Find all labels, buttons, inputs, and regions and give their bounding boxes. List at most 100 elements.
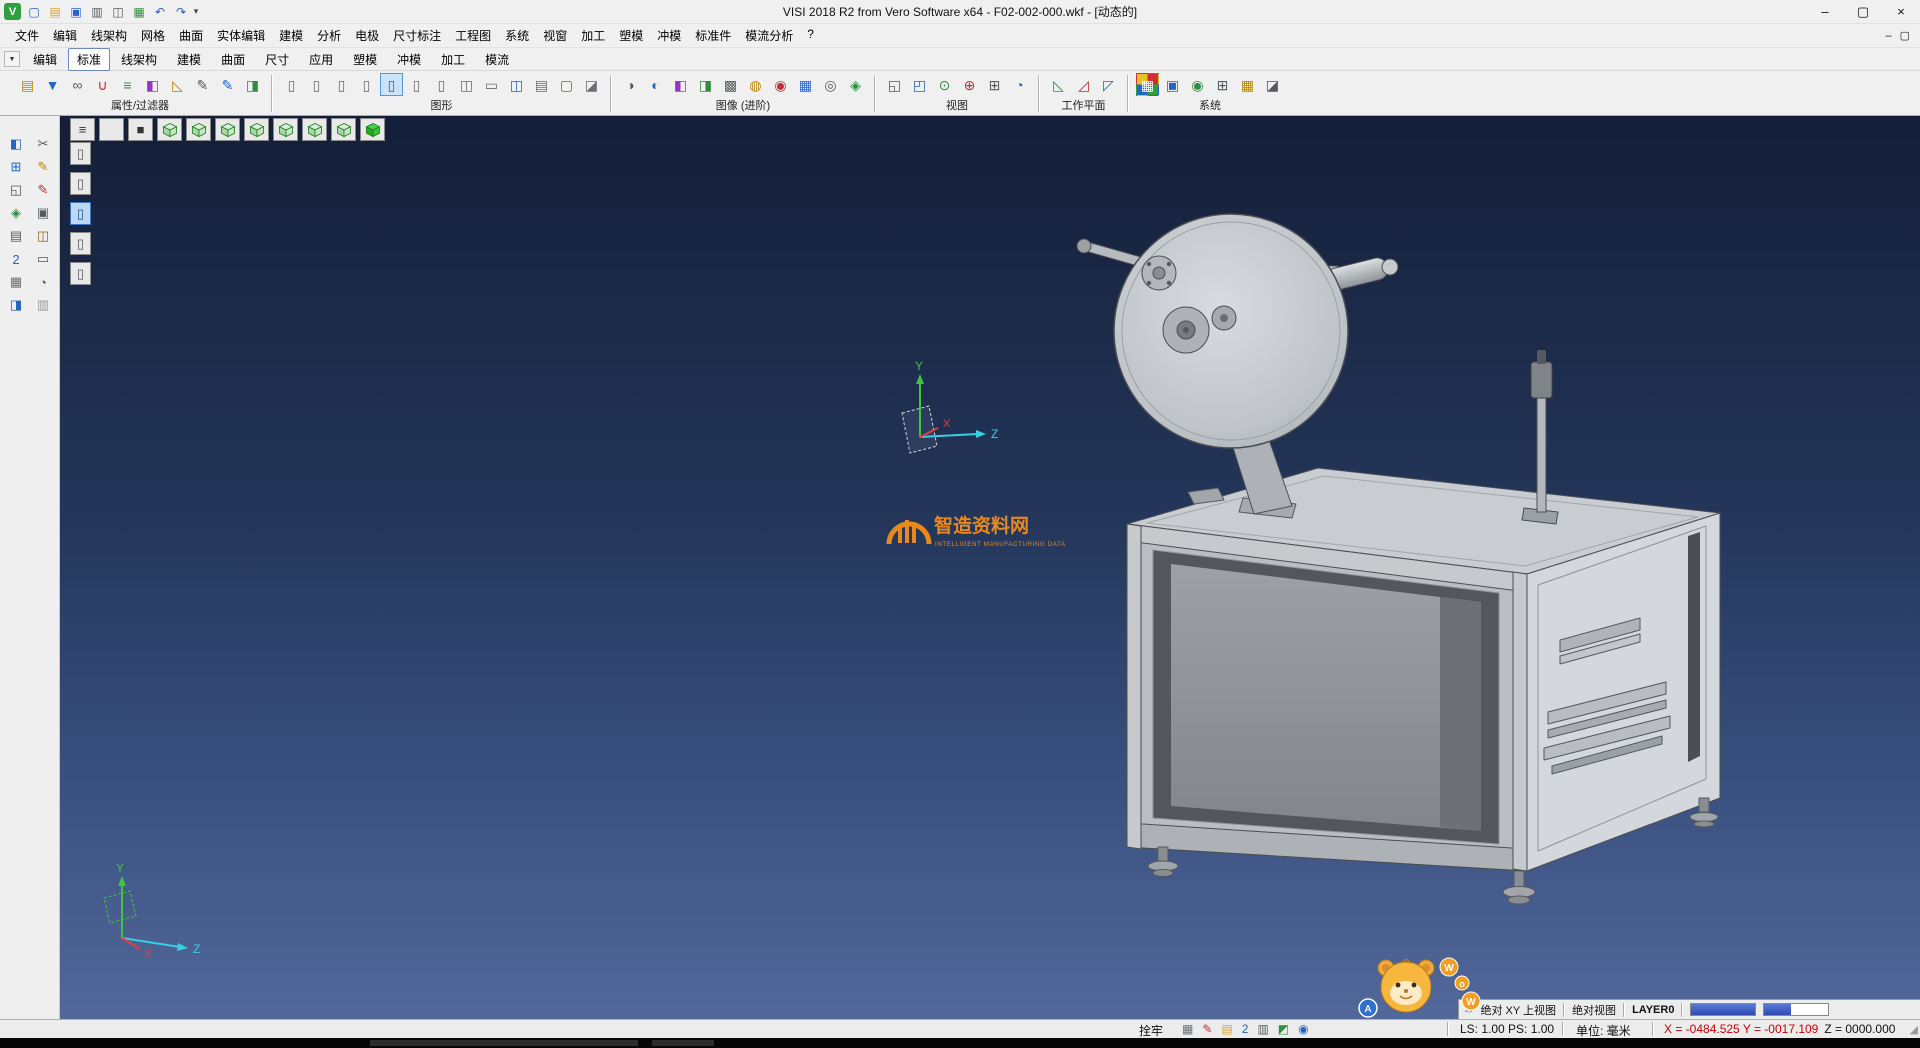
display-mode-icon[interactable]: ▯ bbox=[70, 262, 91, 285]
layer-color-field[interactable] bbox=[1690, 1003, 1756, 1016]
left-tool-icon[interactable]: ◨ bbox=[5, 295, 27, 315]
left-tool-icon[interactable]: ▭ bbox=[32, 249, 54, 269]
active-layer-label[interactable]: LAYER0 bbox=[1632, 1004, 1674, 1016]
left-tool-icon[interactable]: ◱ bbox=[5, 180, 27, 200]
toolbar-icon[interactable]: ▤ bbox=[16, 73, 39, 96]
toolbar-icon[interactable]: ◑ bbox=[619, 73, 642, 96]
toolbar-icon[interactable]: ▤ bbox=[530, 73, 553, 96]
line-style-field[interactable] bbox=[1763, 1003, 1829, 1016]
workbench-tab[interactable]: 线架构 bbox=[112, 48, 166, 71]
menu-item[interactable]: 网格 bbox=[134, 24, 172, 47]
toolbar-icon[interactable]: ▭ bbox=[480, 73, 503, 96]
toolbar-icon[interactable]: ▯ bbox=[430, 73, 453, 96]
iso-view-cube-icon[interactable] bbox=[244, 118, 269, 141]
left-tool-icon[interactable]: ◧ bbox=[5, 134, 27, 154]
toolbar-icon[interactable]: ∪ bbox=[91, 73, 114, 96]
minimize-button[interactable]: – bbox=[1806, 0, 1844, 24]
quick-access-icon[interactable]: ↷ bbox=[172, 3, 190, 21]
toolbar-icon[interactable]: ◐ bbox=[644, 73, 667, 96]
workbench-tab[interactable]: 编辑 bbox=[24, 48, 66, 71]
workbench-tab[interactable]: 标准 bbox=[68, 48, 110, 71]
menu-item[interactable]: 文件 bbox=[8, 24, 46, 47]
menu-item[interactable]: 工程图 bbox=[448, 24, 498, 47]
menu-item[interactable]: 塑模 bbox=[612, 24, 650, 47]
toolbar-icon[interactable]: ◫ bbox=[505, 73, 528, 96]
menu-item[interactable]: 实体编辑 bbox=[210, 24, 272, 47]
toolbar-icon[interactable]: ◪ bbox=[1261, 73, 1284, 96]
statusbar-icon[interactable]: ✎ bbox=[1202, 1022, 1212, 1036]
taskbar-item[interactable] bbox=[652, 1040, 714, 1046]
toolbar-icon[interactable]: ◰ bbox=[908, 73, 931, 96]
left-tool-icon[interactable]: ◔ bbox=[32, 272, 54, 292]
mdi-restore-button[interactable]: ▢ bbox=[1900, 29, 1910, 42]
iso-view-cube-icon[interactable] bbox=[331, 118, 356, 141]
iso-view-cube-icon[interactable] bbox=[302, 118, 327, 141]
os-taskbar[interactable] bbox=[0, 1038, 1920, 1048]
toolbar-icon[interactable]: ◉ bbox=[1186, 73, 1209, 96]
toolbar-icon[interactable]: ✎ bbox=[216, 73, 239, 96]
left-tool-icon[interactable]: 2 bbox=[5, 249, 27, 269]
display-mode-icon[interactable]: ▯ bbox=[70, 142, 91, 165]
quick-access-icon[interactable]: ◫ bbox=[109, 3, 127, 21]
toolbar-icon[interactable]: ◧ bbox=[669, 73, 692, 96]
menu-item[interactable]: 视窗 bbox=[536, 24, 574, 47]
menu-item[interactable]: 冲模 bbox=[650, 24, 688, 47]
toolbar-icon[interactable]: ◈ bbox=[844, 73, 867, 96]
toolbar-icon[interactable]: ◸ bbox=[1097, 73, 1120, 96]
left-tool-icon[interactable]: ✂ bbox=[32, 134, 54, 154]
quick-access-more-icon[interactable]: ▾ bbox=[190, 6, 202, 17]
left-tool-icon[interactable]: ◈ bbox=[5, 203, 27, 223]
toolbar-icon[interactable]: ⊞ bbox=[1211, 73, 1234, 96]
toolbar-icon[interactable]: ▯ bbox=[405, 73, 428, 96]
tabbar-dropdown-icon[interactable]: ▼ bbox=[4, 51, 20, 67]
toolbar-icon[interactable]: ◺ bbox=[166, 73, 189, 96]
shaded-view-icon[interactable]: ■ bbox=[128, 118, 153, 141]
toolbar-icon[interactable]: ▯ bbox=[305, 73, 328, 96]
quick-access-icon[interactable]: ▤ bbox=[46, 3, 64, 21]
resize-grip-icon[interactable]: ◢ bbox=[1910, 1023, 1918, 1036]
statusbar-icon[interactable]: 2 bbox=[1242, 1022, 1249, 1036]
quick-access-icon[interactable]: ▢ bbox=[25, 3, 43, 21]
workbench-tab[interactable]: 塑模 bbox=[344, 48, 386, 71]
view-menu-icon[interactable]: ≡ bbox=[70, 118, 95, 141]
left-tool-icon[interactable]: ▣ bbox=[32, 203, 54, 223]
toolbar-icon[interactable]: ◉ bbox=[769, 73, 792, 96]
toolbar-icon[interactable]: ◨ bbox=[694, 73, 717, 96]
toolbar-icon[interactable]: ▦ bbox=[794, 73, 817, 96]
toolbar-icon[interactable]: ◍ bbox=[744, 73, 767, 96]
menu-item[interactable]: 标准件 bbox=[688, 24, 738, 47]
iso-view-cube-icon[interactable] bbox=[215, 118, 240, 141]
menu-item[interactable]: 模流分析 bbox=[738, 24, 800, 47]
quick-access-icon[interactable]: ▦ bbox=[130, 3, 148, 21]
toolbar-icon[interactable]: ▦ bbox=[1136, 73, 1159, 96]
quick-access-icon[interactable]: ▥ bbox=[88, 3, 106, 21]
toolbar-icon[interactable]: ⊞ bbox=[983, 73, 1006, 96]
toolbar-icon[interactable]: ◱ bbox=[883, 73, 906, 96]
close-button[interactable]: × bbox=[1882, 0, 1920, 24]
toolbar-icon[interactable]: ▼ bbox=[41, 73, 64, 96]
taskbar-item[interactable] bbox=[370, 1040, 638, 1046]
toolbar-icon[interactable]: ▯ bbox=[280, 73, 303, 96]
workbench-tab[interactable]: 应用 bbox=[300, 48, 342, 71]
workbench-tab[interactable]: 加工 bbox=[432, 48, 474, 71]
toolbar-icon[interactable]: ▦ bbox=[1236, 73, 1259, 96]
display-mode-icon[interactable]: ▯ bbox=[70, 232, 91, 255]
viewport[interactable]: ≡ ■ bbox=[60, 116, 1920, 1019]
toolbar-icon[interactable]: ◔ bbox=[1008, 73, 1031, 96]
display-mode-icon[interactable]: ▯ bbox=[70, 172, 91, 195]
menu-item[interactable]: 建模 bbox=[272, 24, 310, 47]
left-tool-icon[interactable]: ✎ bbox=[32, 157, 54, 177]
iso-view-cube-icon[interactable] bbox=[273, 118, 298, 141]
statusbar-icon[interactable]: ◉ bbox=[1298, 1022, 1308, 1036]
toolbar-icon[interactable]: ▯ bbox=[355, 73, 378, 96]
left-tool-icon[interactable]: ▦ bbox=[5, 272, 27, 292]
menu-item[interactable]: 线架构 bbox=[84, 24, 134, 47]
toolbar-icon[interactable]: ◪ bbox=[580, 73, 603, 96]
maximize-button[interactable]: ▢ bbox=[1844, 0, 1882, 24]
iso-view-cube-icon[interactable] bbox=[157, 118, 182, 141]
toolbar-icon[interactable]: ⊙ bbox=[933, 73, 956, 96]
toolbar-icon[interactable]: ◧ bbox=[141, 73, 164, 96]
workbench-tab[interactable]: 冲模 bbox=[388, 48, 430, 71]
menu-item[interactable]: 尺寸标注 bbox=[386, 24, 448, 47]
mdi-minimize-button[interactable]: – bbox=[1885, 29, 1891, 42]
